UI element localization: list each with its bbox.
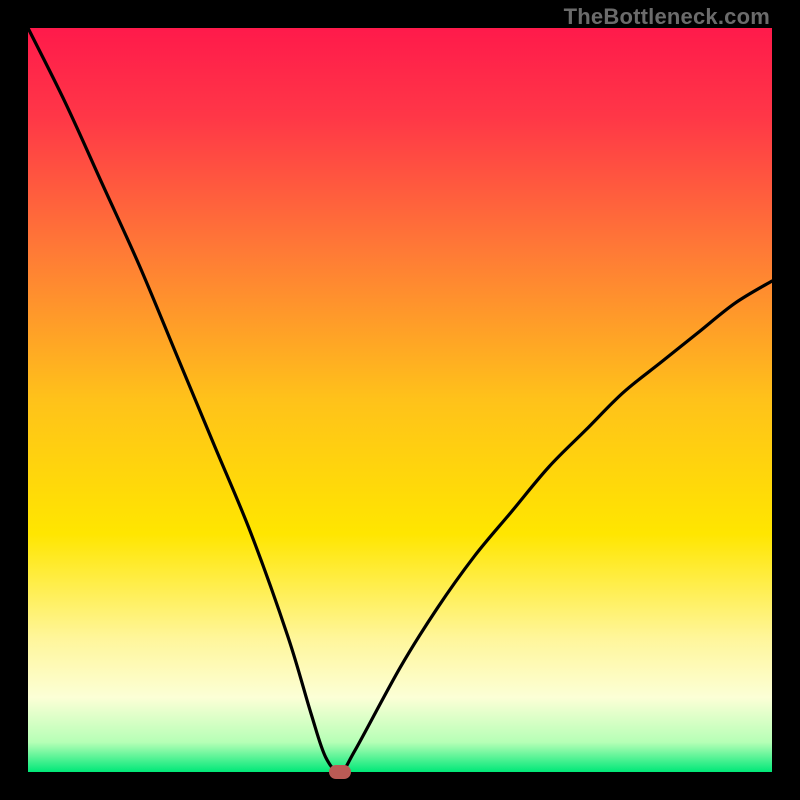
watermark-text: TheBottleneck.com <box>564 4 770 30</box>
optimum-marker <box>329 765 351 779</box>
plot-area <box>28 28 772 772</box>
chart-frame: TheBottleneck.com <box>0 0 800 800</box>
curve-layer <box>28 28 772 772</box>
bottleneck-curve <box>28 28 772 772</box>
